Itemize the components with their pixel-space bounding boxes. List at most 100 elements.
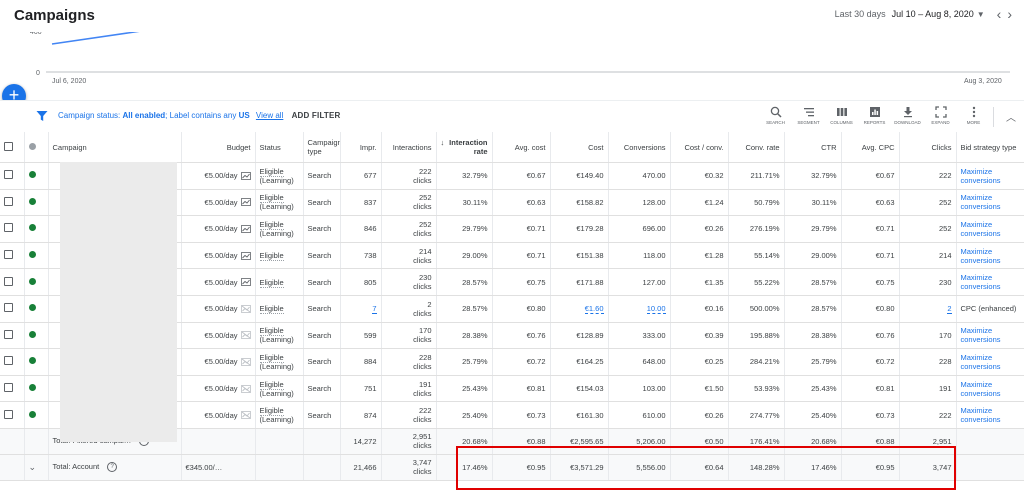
row-checkbox-cell[interactable] <box>0 375 25 403</box>
header-campaign-type[interactable]: Campaign type <box>303 132 341 163</box>
header-interaction-rate[interactable]: ↓ Interaction rate <box>436 132 493 163</box>
row-checkbox[interactable] <box>4 409 13 419</box>
view-all-link[interactable]: View all <box>256 111 283 120</box>
budget-value[interactable]: €5.00/day <box>205 171 238 180</box>
row-checkbox-cell[interactable] <box>0 322 25 350</box>
enabled-dot-icon[interactable] <box>28 224 36 232</box>
trend-chart-icon[interactable] <box>240 251 251 260</box>
status-value[interactable]: Eligible <box>259 277 284 288</box>
budget-value[interactable]: €5.00/day <box>205 198 238 207</box>
bid-strategy-link[interactable]: Maximize conversions <box>961 247 1001 265</box>
trend-chart-icon[interactable] <box>240 171 251 180</box>
row-checkbox[interactable] <box>4 276 13 286</box>
row-checkbox-cell[interactable] <box>0 295 25 323</box>
budget-value[interactable]: €5.00/day <box>205 304 238 313</box>
trend-chart-disabled-icon[interactable] <box>240 304 251 313</box>
budget-value[interactable]: €5.00/day <box>205 331 238 340</box>
budget-cell[interactable]: €5.00/day <box>181 322 256 350</box>
trend-chart-disabled-icon[interactable] <box>240 358 251 366</box>
header-status[interactable]: Status <box>255 132 304 163</box>
expand-tool[interactable]: EXPAND <box>924 104 957 125</box>
date-range-value[interactable]: Jul 10 – Aug 8, 2020 <box>892 9 974 19</box>
enabled-dot-icon[interactable] <box>28 330 36 338</box>
enabled-dot-icon[interactable] <box>28 357 36 365</box>
bid-strategy-link[interactable]: Maximize conversions <box>961 220 1001 238</box>
row-checkbox-cell[interactable] <box>0 401 25 429</box>
trend-chart-disabled-icon[interactable] <box>240 411 251 420</box>
budget-value[interactable]: €5.00/day <box>205 357 238 366</box>
header-conv-rate[interactable]: Conv. rate <box>728 132 785 163</box>
row-checkbox[interactable] <box>4 223 13 233</box>
header-interactions[interactable]: Interactions <box>381 132 437 163</box>
budget-value[interactable]: €5.00/day <box>205 278 238 287</box>
enabled-dot-icon[interactable] <box>28 197 36 205</box>
budget-value[interactable]: €5.00/day <box>205 224 238 233</box>
enabled-dot-icon[interactable] <box>28 277 36 285</box>
header-impr[interactable]: Impr. <box>340 132 382 163</box>
header-conversions[interactable]: Conversions <box>608 132 671 163</box>
download-tool[interactable]: DOWNLOAD <box>891 104 924 125</box>
reports-tool[interactable]: REPORTS <box>858 104 891 125</box>
bid-strategy-link[interactable]: Maximize conversions <box>961 193 1001 211</box>
header-avg-cpc[interactable]: Avg. CPC <box>841 132 900 163</box>
total-expand-cell[interactable]: ⌄ <box>24 454 49 481</box>
row-checkbox-cell[interactable] <box>0 348 25 376</box>
chevron-down-icon[interactable]: ⌄ <box>29 462 37 472</box>
help-icon[interactable]: ? <box>107 462 118 473</box>
clicks-value[interactable]: 2 <box>947 304 952 315</box>
header-clicks[interactable]: Clicks <box>899 132 957 163</box>
search-tool[interactable]: SEARCH <box>759 104 792 125</box>
trend-chart-icon[interactable] <box>240 198 251 207</box>
bid-strategy-link[interactable]: Maximize conversions <box>961 273 1001 291</box>
status-value[interactable]: Eligible <box>259 251 284 262</box>
budget-cell[interactable]: €5.00/day <box>181 295 256 323</box>
impr-value[interactable]: 7 <box>372 304 377 315</box>
row-checkbox[interactable] <box>4 170 13 180</box>
date-range-picker[interactable]: Last 30 days Jul 10 – Aug 8, 2020 ▼ ‹ › <box>835 7 1012 21</box>
header-cost[interactable]: Cost <box>550 132 609 163</box>
bid-strategy-link[interactable]: Maximize conversions <box>961 167 1001 185</box>
segment-tool[interactable]: SEGMENT <box>792 104 825 125</box>
conversions-value[interactable]: 10.00 <box>646 304 666 315</box>
select-all-checkbox[interactable] <box>4 141 13 151</box>
budget-cell[interactable]: €5.00/day <box>181 215 256 243</box>
cost-value[interactable]: €1.60 <box>584 304 604 315</box>
row-checkbox[interactable] <box>4 383 13 393</box>
row-checkbox-cell[interactable] <box>0 242 25 270</box>
budget-value[interactable]: €5.00/day <box>205 411 238 420</box>
budget-value[interactable]: €5.00/day <box>205 251 238 260</box>
trend-chart-disabled-icon[interactable] <box>240 384 251 393</box>
bid-strategy-link[interactable]: Maximize conversions <box>961 380 1001 398</box>
active-filters[interactable]: Campaign status: All enabled; Label cont… <box>58 111 341 120</box>
enabled-dot-icon[interactable] <box>28 304 36 312</box>
row-checkbox[interactable] <box>4 196 13 206</box>
trend-chart-disabled-icon[interactable] <box>240 331 251 340</box>
header-checkbox-cell[interactable] <box>0 132 25 163</box>
header-bid-strategy[interactable]: Bid strategy type <box>956 132 1024 163</box>
chevron-left-icon[interactable]: ‹ <box>997 7 1002 21</box>
row-checkbox-cell[interactable] <box>0 189 25 217</box>
more-tool[interactable]: MORE <box>957 104 990 125</box>
enabled-dot-icon[interactable] <box>28 171 36 179</box>
budget-cell[interactable]: €5.00/day <box>181 348 256 376</box>
header-cost-conv[interactable]: Cost / conv. <box>670 132 729 163</box>
header-budget[interactable]: Budget <box>181 132 256 163</box>
bid-strategy-link[interactable]: Maximize conversions <box>961 406 1001 424</box>
enabled-dot-icon[interactable] <box>28 251 36 259</box>
row-checkbox-cell[interactable] <box>0 268 25 296</box>
header-avg-cost[interactable]: Avg. cost <box>492 132 551 163</box>
trend-chart-icon[interactable] <box>240 278 251 287</box>
header-ctr[interactable]: CTR <box>784 132 842 163</box>
row-checkbox-cell[interactable] <box>0 162 25 190</box>
budget-cell[interactable]: €5.00/day <box>181 189 256 217</box>
budget-cell[interactable]: €5.00/day <box>181 268 256 296</box>
row-checkbox[interactable] <box>4 329 13 339</box>
budget-cell[interactable]: €5.00/day <box>181 242 256 270</box>
row-checkbox[interactable] <box>4 303 13 313</box>
budget-value[interactable]: €5.00/day <box>205 384 238 393</box>
bid-strategy-link[interactable]: Maximize conversions <box>961 326 1001 344</box>
budget-cell[interactable]: €5.00/day <box>181 401 256 429</box>
bid-strategy-link[interactable]: Maximize conversions <box>961 353 1001 371</box>
chevron-up-icon[interactable]: ︿ <box>1006 109 1016 124</box>
trend-chart-icon[interactable] <box>240 225 251 233</box>
